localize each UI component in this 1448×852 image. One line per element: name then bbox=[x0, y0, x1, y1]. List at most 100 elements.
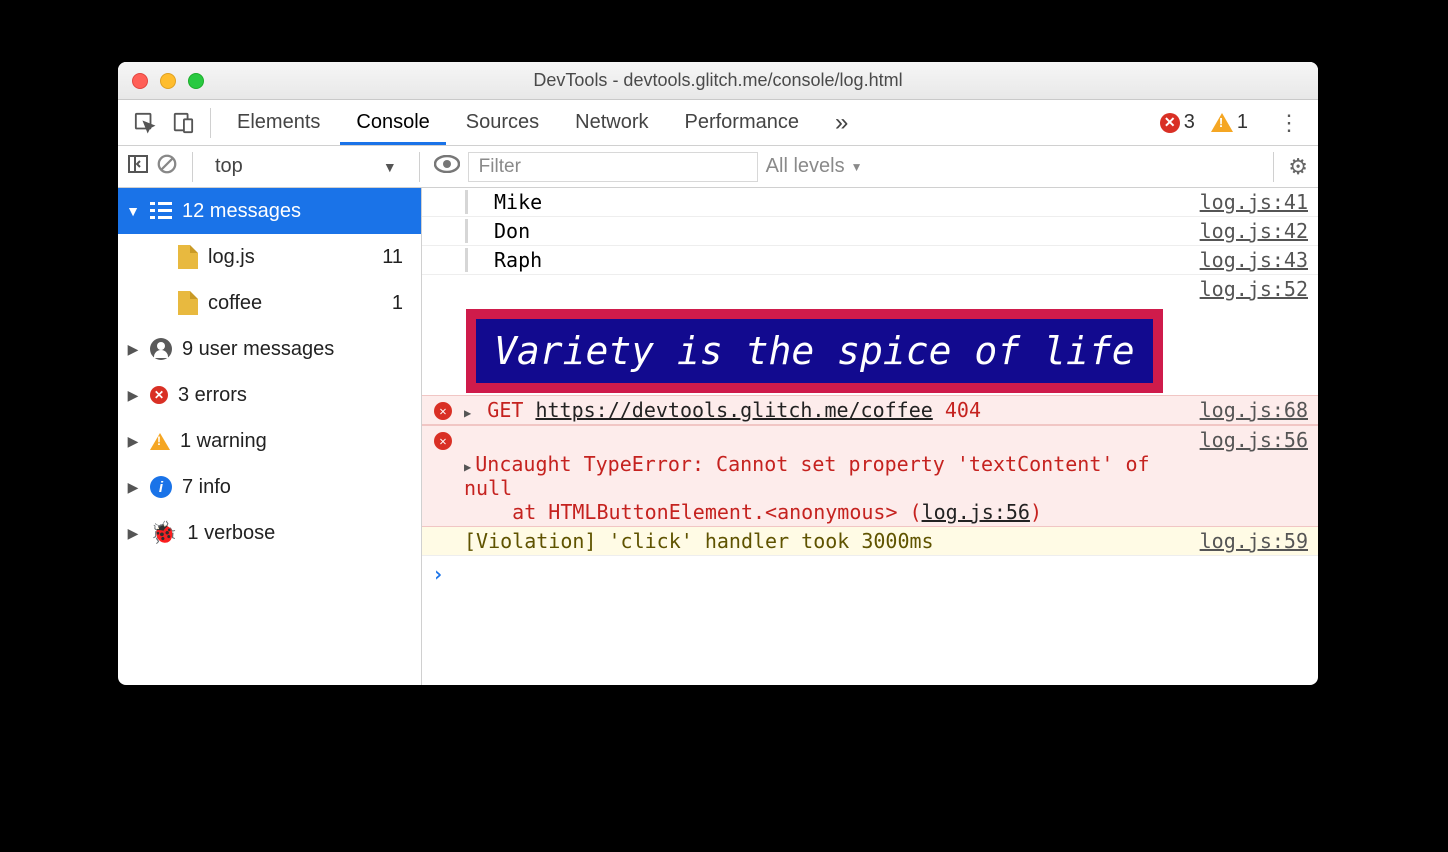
traffic-lights bbox=[118, 73, 204, 89]
http-status: 404 bbox=[945, 398, 981, 422]
list-icon bbox=[150, 202, 172, 220]
log-row: log.js:52 bbox=[422, 275, 1318, 303]
console-prompt[interactable]: › bbox=[422, 556, 1318, 592]
context-selector[interactable]: top ▼ bbox=[207, 152, 405, 182]
verbose-label: 1 verbose bbox=[187, 522, 275, 545]
source-link[interactable]: log.js:68 bbox=[1200, 398, 1308, 422]
divider bbox=[1273, 152, 1274, 182]
divider bbox=[210, 108, 211, 138]
file-icon bbox=[178, 291, 198, 315]
log-row: Mike log.js:41 bbox=[422, 188, 1318, 217]
stack-suffix: ) bbox=[1030, 500, 1042, 524]
live-expression-icon[interactable] bbox=[434, 155, 460, 179]
log-text: Raph bbox=[468, 248, 1200, 272]
type-error-row: ✕ ▶Uncaught TypeError: Cannot set proper… bbox=[422, 425, 1318, 527]
caret-right-icon: ▶ bbox=[126, 387, 140, 404]
tab-sources[interactable]: Sources bbox=[450, 100, 555, 145]
file-count: 11 bbox=[382, 246, 411, 269]
console-sidebar: ▼ 12 messages log.js 11 coffee 1 ▶ 9 use… bbox=[118, 188, 422, 685]
tab-performance[interactable]: Performance bbox=[669, 100, 816, 145]
user-icon bbox=[150, 338, 172, 360]
styled-log-row: Variety is the spice of life bbox=[422, 303, 1318, 395]
inspect-icon[interactable] bbox=[128, 106, 162, 140]
file-count: 1 bbox=[392, 292, 411, 315]
chevron-down-icon: ▼ bbox=[383, 159, 397, 175]
tab-network[interactable]: Network bbox=[559, 100, 664, 145]
titlebar: DevTools - devtools.glitch.me/console/lo… bbox=[118, 62, 1318, 100]
messages-label: 12 messages bbox=[182, 200, 301, 223]
warning-label: 1 warning bbox=[180, 430, 267, 453]
file-name: coffee bbox=[208, 292, 262, 315]
error-icon: ✕ bbox=[434, 402, 452, 420]
levels-label: All levels bbox=[766, 155, 845, 178]
error-badge[interactable]: ✕ 3 bbox=[1160, 111, 1195, 134]
source-link[interactable]: log.js:41 bbox=[1200, 190, 1308, 214]
tab-console[interactable]: Console bbox=[340, 100, 445, 145]
console-toolbar: top ▼ All levels ▼ ⚙ bbox=[118, 146, 1318, 188]
source-link[interactable]: log.js:52 bbox=[1200, 277, 1308, 301]
clear-console-icon[interactable] bbox=[156, 153, 178, 181]
stack-link[interactable]: log.js:56 bbox=[922, 500, 1030, 524]
violation-row: [Violation] 'click' handler took 3000ms … bbox=[422, 527, 1318, 556]
minimize-button[interactable] bbox=[160, 73, 176, 89]
window-title: DevTools - devtools.glitch.me/console/lo… bbox=[118, 70, 1318, 91]
sidebar-errors[interactable]: ▶ ✕ 3 errors bbox=[118, 372, 421, 418]
source-link[interactable]: log.js:59 bbox=[1200, 529, 1308, 553]
source-link[interactable]: log.js:56 bbox=[1200, 428, 1308, 452]
http-method: GET bbox=[487, 398, 523, 422]
caret-down-icon: ▼ bbox=[126, 203, 140, 219]
bug-icon: 🐞 bbox=[150, 520, 177, 546]
error-count: 3 bbox=[1184, 111, 1195, 134]
sidebar-messages[interactable]: ▼ 12 messages bbox=[118, 188, 421, 234]
warning-badge[interactable]: 1 bbox=[1211, 111, 1248, 134]
log-text: Mike bbox=[468, 190, 1200, 214]
caret-right-icon[interactable]: ▶ bbox=[464, 406, 471, 420]
sidebar-file[interactable]: coffee 1 bbox=[118, 280, 421, 326]
warning-icon bbox=[150, 433, 170, 450]
caret-right-icon: ▶ bbox=[126, 479, 140, 496]
caret-right-icon: ▶ bbox=[126, 525, 140, 542]
log-text: Don bbox=[468, 219, 1200, 243]
divider bbox=[192, 152, 193, 182]
log-row: Raph log.js:43 bbox=[422, 246, 1318, 275]
sidebar-file[interactable]: log.js 11 bbox=[118, 234, 421, 280]
url-link[interactable]: https://devtools.glitch.me/coffee bbox=[535, 398, 932, 422]
devtools-window: DevTools - devtools.glitch.me/console/lo… bbox=[118, 62, 1318, 685]
chevron-down-icon: ▼ bbox=[851, 160, 863, 174]
tabs-overflow[interactable]: » bbox=[819, 100, 864, 145]
file-icon bbox=[178, 245, 198, 269]
caret-right-icon: ▶ bbox=[126, 341, 140, 358]
context-label: top bbox=[215, 155, 243, 178]
gear-icon[interactable]: ⚙ bbox=[1288, 154, 1308, 180]
filter-input[interactable] bbox=[468, 152, 758, 182]
styled-log-text: Variety is the spice of life bbox=[466, 309, 1163, 393]
sidebar-warnings[interactable]: ▶ 1 warning bbox=[118, 418, 421, 464]
error-message: Uncaught TypeError: Cannot set property … bbox=[464, 452, 1162, 500]
network-error-row: ✕ ▶ GET https://devtools.glitch.me/coffe… bbox=[422, 395, 1318, 425]
stack-prefix: at HTMLButtonElement.<anonymous> ( bbox=[464, 500, 922, 524]
panel-tabs: Elements Console Sources Network Perform… bbox=[118, 100, 1318, 146]
info-label: 7 info bbox=[182, 476, 231, 499]
sidebar-toggle-icon[interactable] bbox=[128, 155, 148, 179]
info-icon: i bbox=[150, 476, 172, 498]
sidebar-verbose[interactable]: ▶ 🐞 1 verbose bbox=[118, 510, 421, 556]
error-icon: ✕ bbox=[150, 386, 168, 404]
log-levels-selector[interactable]: All levels ▼ bbox=[766, 155, 863, 178]
tab-elements[interactable]: Elements bbox=[221, 100, 336, 145]
warning-count: 1 bbox=[1237, 111, 1248, 134]
sidebar-user-messages[interactable]: ▶ 9 user messages bbox=[118, 326, 421, 372]
device-icon[interactable] bbox=[166, 106, 200, 140]
violation-text: [Violation] 'click' handler took 3000ms bbox=[454, 529, 1200, 553]
source-link[interactable]: log.js:42 bbox=[1200, 219, 1308, 243]
error-icon: ✕ bbox=[434, 432, 452, 450]
caret-right-icon: ▶ bbox=[126, 433, 140, 450]
divider bbox=[419, 152, 420, 182]
maximize-button[interactable] bbox=[188, 73, 204, 89]
log-row: Don log.js:42 bbox=[422, 217, 1318, 246]
kebab-menu-icon[interactable]: ⋮ bbox=[1272, 106, 1306, 140]
source-link[interactable]: log.js:43 bbox=[1200, 248, 1308, 272]
close-button[interactable] bbox=[132, 73, 148, 89]
caret-right-icon[interactable]: ▶ bbox=[464, 460, 471, 474]
sidebar-info[interactable]: ▶ i 7 info bbox=[118, 464, 421, 510]
errors-label: 3 errors bbox=[178, 384, 247, 407]
